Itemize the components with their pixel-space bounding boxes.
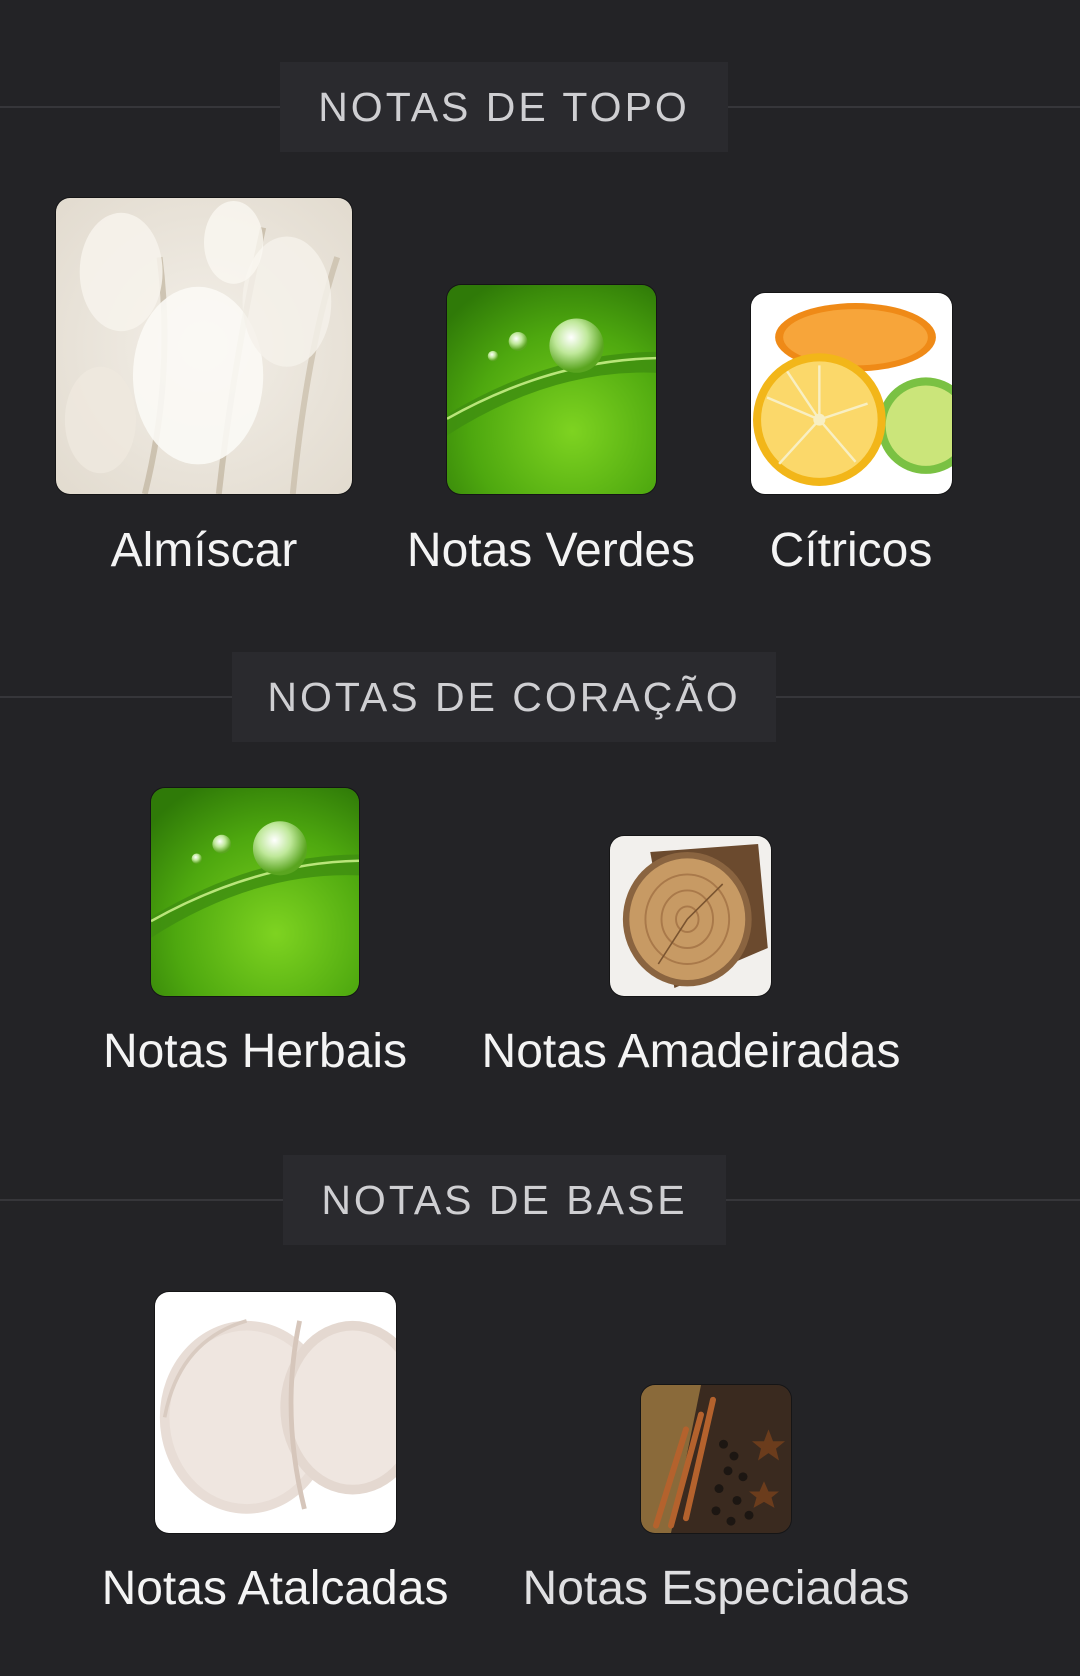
musk-fluffy-icon[interactable] bbox=[56, 198, 352, 494]
note-name: Notas Especiadas bbox=[522, 1562, 910, 1615]
note-name: Notas Verdes bbox=[406, 524, 696, 577]
section-title: NOTAS DE CORAÇÃO bbox=[267, 673, 741, 720]
section-title-box: NOTAS DE BASE bbox=[283, 1155, 726, 1245]
herbal-leaf-droplet-icon[interactable] bbox=[151, 788, 359, 996]
spices-icon[interactable] bbox=[641, 1385, 791, 1533]
note-name: Notas Atalcadas bbox=[101, 1562, 449, 1615]
section-header-coracao: NOTAS DE CORAÇÃO bbox=[0, 652, 1080, 742]
section-title: NOTAS DE TOPO bbox=[318, 83, 690, 130]
green-leaf-droplet-icon[interactable] bbox=[447, 285, 656, 494]
note-name: Notas Herbais bbox=[102, 1025, 408, 1078]
section-title: NOTAS DE BASE bbox=[321, 1176, 688, 1223]
citrus-slices-icon[interactable] bbox=[751, 293, 952, 494]
wood-log-icon[interactable] bbox=[610, 836, 771, 996]
note-name: Notas Amadeiradas bbox=[481, 1025, 901, 1078]
section-header-base: NOTAS DE BASE bbox=[0, 1155, 1080, 1245]
note-name: Cítricos bbox=[769, 524, 933, 577]
section-header-topo: NOTAS DE TOPO bbox=[0, 62, 1080, 152]
note-name: Almíscar bbox=[110, 524, 298, 577]
section-title-box: NOTAS DE CORAÇÃO bbox=[232, 652, 776, 742]
powder-icon[interactable] bbox=[155, 1292, 396, 1533]
section-title-box: NOTAS DE TOPO bbox=[280, 62, 728, 152]
